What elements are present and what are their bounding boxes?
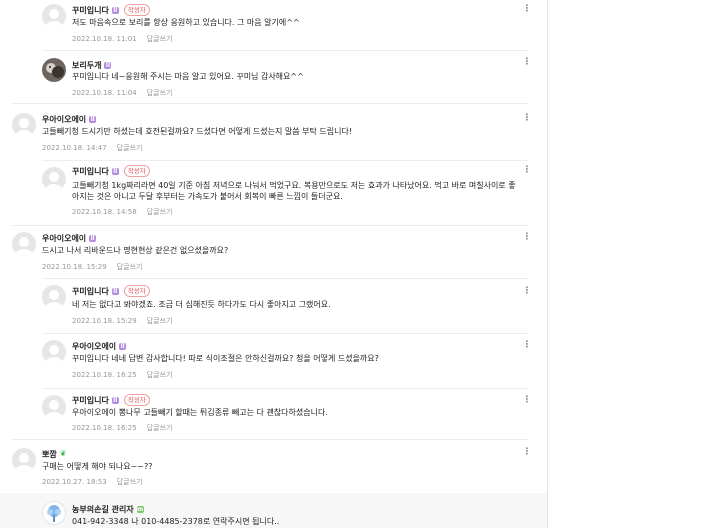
avatar[interactable]: [42, 395, 66, 419]
comment-text: 우아이오에이 뽕나무 고들빼기 할때는 튀김종류 빼고는 다 괜찮다하셨습니다.: [72, 408, 328, 417]
author-badge: 작성자: [123, 285, 150, 297]
kebab-icon[interactable]: ⋮: [522, 231, 532, 243]
comment-date: 2022.10.18. 15:29: [42, 263, 107, 271]
person-icon: [45, 9, 63, 28]
kebab-icon[interactable]: ⋮: [522, 394, 532, 406]
comment-date: 2022.10.18. 16:25: [72, 371, 137, 379]
comment-text: 저도 마음속으로 보리를 항상 응원하고 있습니다. 그 마음 알기에^^: [72, 18, 300, 27]
comment-item: 꾸미입니다 ll 작성자 저도 마음속으로 보리를 항상 응원하고 있습니다. …: [0, 0, 547, 50]
comment-item: 뽀깜 ❦ 구매는 어떻게 해야 되나요~~?? 2022.10.27. 18:5…: [0, 440, 547, 493]
comment-text: 041-942-3348 나 010-4485-2378로 연락주시면 됩니다.…: [72, 517, 280, 526]
comment-author[interactable]: 꾸미입니다: [72, 395, 109, 406]
level-icon: ll: [119, 342, 127, 350]
comment-date: 2022.10.18. 11:01: [72, 35, 137, 43]
author-badge: 작성자: [123, 4, 150, 16]
comment-author[interactable]: 꾸미입니다: [72, 5, 109, 16]
level-icon: ll: [89, 115, 97, 123]
comment-author[interactable]: 우아이오에이: [72, 341, 116, 352]
panel-border: [547, 0, 548, 528]
avatar[interactable]: [42, 340, 66, 364]
author-badge: 작성자: [123, 394, 150, 406]
comment-date: 2022.10.18. 16:25: [72, 424, 137, 432]
avatar[interactable]: [12, 448, 36, 472]
reply-button[interactable]: 답글쓰기: [147, 35, 173, 43]
kebab-icon[interactable]: ⋮: [522, 339, 532, 351]
dog-photo-icon: [42, 58, 66, 82]
avatar[interactable]: [12, 232, 36, 256]
level-icon: ll: [89, 234, 97, 242]
reply-button[interactable]: 답글쓰기: [117, 263, 143, 271]
reply-button[interactable]: 답글쓰기: [117, 144, 143, 152]
level-icon: ll: [111, 396, 119, 404]
comment-text: 꾸미입니다 네네 답변 감사합니다! 따로 식이조절은 안하신걸까요? 청을 어…: [72, 354, 379, 363]
kebab-icon[interactable]: ⋮: [522, 164, 532, 176]
tree-logo-icon: [47, 505, 61, 522]
reply-button[interactable]: 답글쓰기: [147, 371, 173, 379]
comment-author[interactable]: 보리두개: [72, 60, 101, 71]
comment-author[interactable]: 농부의손길 관리자: [72, 504, 134, 515]
avatar[interactable]: [42, 501, 66, 525]
level-icon: ll: [104, 61, 112, 69]
avatar[interactable]: [42, 58, 66, 82]
reply-button[interactable]: 답글쓰기: [147, 89, 173, 97]
comment-text: 고들빼기청 1kg짜리라면 40일 기준 아침 저녁으로 나눠서 먹었구요. 복…: [72, 181, 516, 201]
comment-author[interactable]: 우아이오에이: [42, 233, 86, 244]
reply-button[interactable]: 답글쓰기: [147, 317, 173, 325]
avatar[interactable]: [42, 285, 66, 309]
comment-item: 꾸미입니다 ll 작성자 네 저는 없다고 봐야겠죠. 조금 더 심해진듯 하다…: [0, 279, 547, 333]
comment-item: 우아이오에이 ll 드시고 나서 리바운드나 명현현상 같은건 없으셨을까요? …: [0, 226, 547, 278]
person-icon: [15, 453, 33, 472]
avatar[interactable]: [12, 113, 36, 137]
comment-author[interactable]: 꾸미입니다: [72, 286, 109, 297]
comment-list: 꾸미입니다 ll 작성자 저도 마음속으로 보리를 항상 응원하고 있습니다. …: [0, 0, 547, 528]
kebab-icon[interactable]: ⋮: [522, 446, 532, 458]
person-icon: [15, 118, 33, 137]
comment-item: 보리두개 ll 꾸미입니다 네~응원해 주시는 마음 알고 있어요. 꾸미님 감…: [0, 51, 547, 101]
comment-date: 2022.10.18. 14:47: [42, 144, 107, 152]
manager-icon: m: [136, 505, 144, 513]
kebab-icon[interactable]: ⋮: [522, 3, 532, 15]
comment-item: 우아이오에이 ll 꾸미입니다 네네 답변 감사합니다! 따로 식이조절은 안하…: [0, 334, 547, 388]
level-icon: ll: [111, 6, 119, 14]
avatar[interactable]: [42, 167, 66, 191]
person-icon: [45, 172, 63, 191]
sprout-icon: ❦: [59, 449, 67, 458]
reply-button[interactable]: 답글쓰기: [117, 478, 143, 486]
avatar[interactable]: [42, 4, 66, 28]
author-badge: 작성자: [123, 165, 150, 177]
comment-text: 네 저는 없다고 봐야겠죠. 조금 더 심해진듯 하다가도 다시 좋아지고 그랬…: [72, 300, 331, 309]
comment-date: 2022.10.18. 15:29: [72, 317, 137, 325]
person-icon: [15, 237, 33, 256]
comment-text: 고들빼기청 드시기만 하셨는데 호전된걸까요? 드셨다면 어떻게 드셨는지 말씀…: [42, 127, 353, 136]
comment-item: 꾸미입니다 ll 작성자 우아이오에이 뽕나무 고들빼기 할때는 튀김종류 빼고…: [0, 389, 547, 437]
comment-item-highlighted: 농부의손길 관리자 m 041-942-3348 나 010-4485-2378…: [0, 493, 547, 528]
kebab-icon[interactable]: ⋮: [522, 285, 532, 297]
comment-date: 2022.10.27. 18:53: [42, 478, 107, 486]
comment-author[interactable]: 우아이오에이: [42, 114, 86, 125]
comment-item: 우아이오에이 ll 고들빼기청 드시기만 하셨는데 호전된걸까요? 드셨다면 어…: [0, 104, 547, 160]
comment-text: 꾸미입니다 네~응원해 주시는 마음 알고 있어요. 꾸미님 감사해요^^: [72, 72, 304, 81]
person-icon: [45, 400, 63, 419]
reply-button[interactable]: 답글쓰기: [147, 208, 173, 216]
kebab-icon[interactable]: ⋮: [522, 112, 532, 124]
kebab-icon[interactable]: ⋮: [522, 56, 532, 68]
comment-author[interactable]: 뽀깜: [42, 449, 57, 460]
reply-button[interactable]: 답글쓰기: [147, 424, 173, 432]
level-icon: ll: [111, 167, 119, 175]
comment-page: 꾸미입니다 ll 작성자 저도 마음속으로 보리를 항상 응원하고 있습니다. …: [0, 0, 720, 528]
comment-author[interactable]: 꾸미입니다: [72, 166, 109, 177]
comment-item: 꾸미입니다 ll 작성자 고들빼기청 1kg짜리라면 40일 기준 아침 저녁으…: [0, 161, 547, 225]
comment-text: 드시고 나서 리바운드나 명현현상 같은건 없으셨을까요?: [42, 246, 229, 255]
comment-date: 2022.10.18. 11:04: [72, 89, 137, 97]
level-icon: ll: [111, 287, 119, 295]
person-icon: [45, 345, 63, 364]
comment-text: 구매는 어떻게 해야 되나요~~??: [42, 462, 153, 471]
person-icon: [45, 290, 63, 309]
comment-date: 2022.10.18. 14:58: [72, 208, 137, 216]
